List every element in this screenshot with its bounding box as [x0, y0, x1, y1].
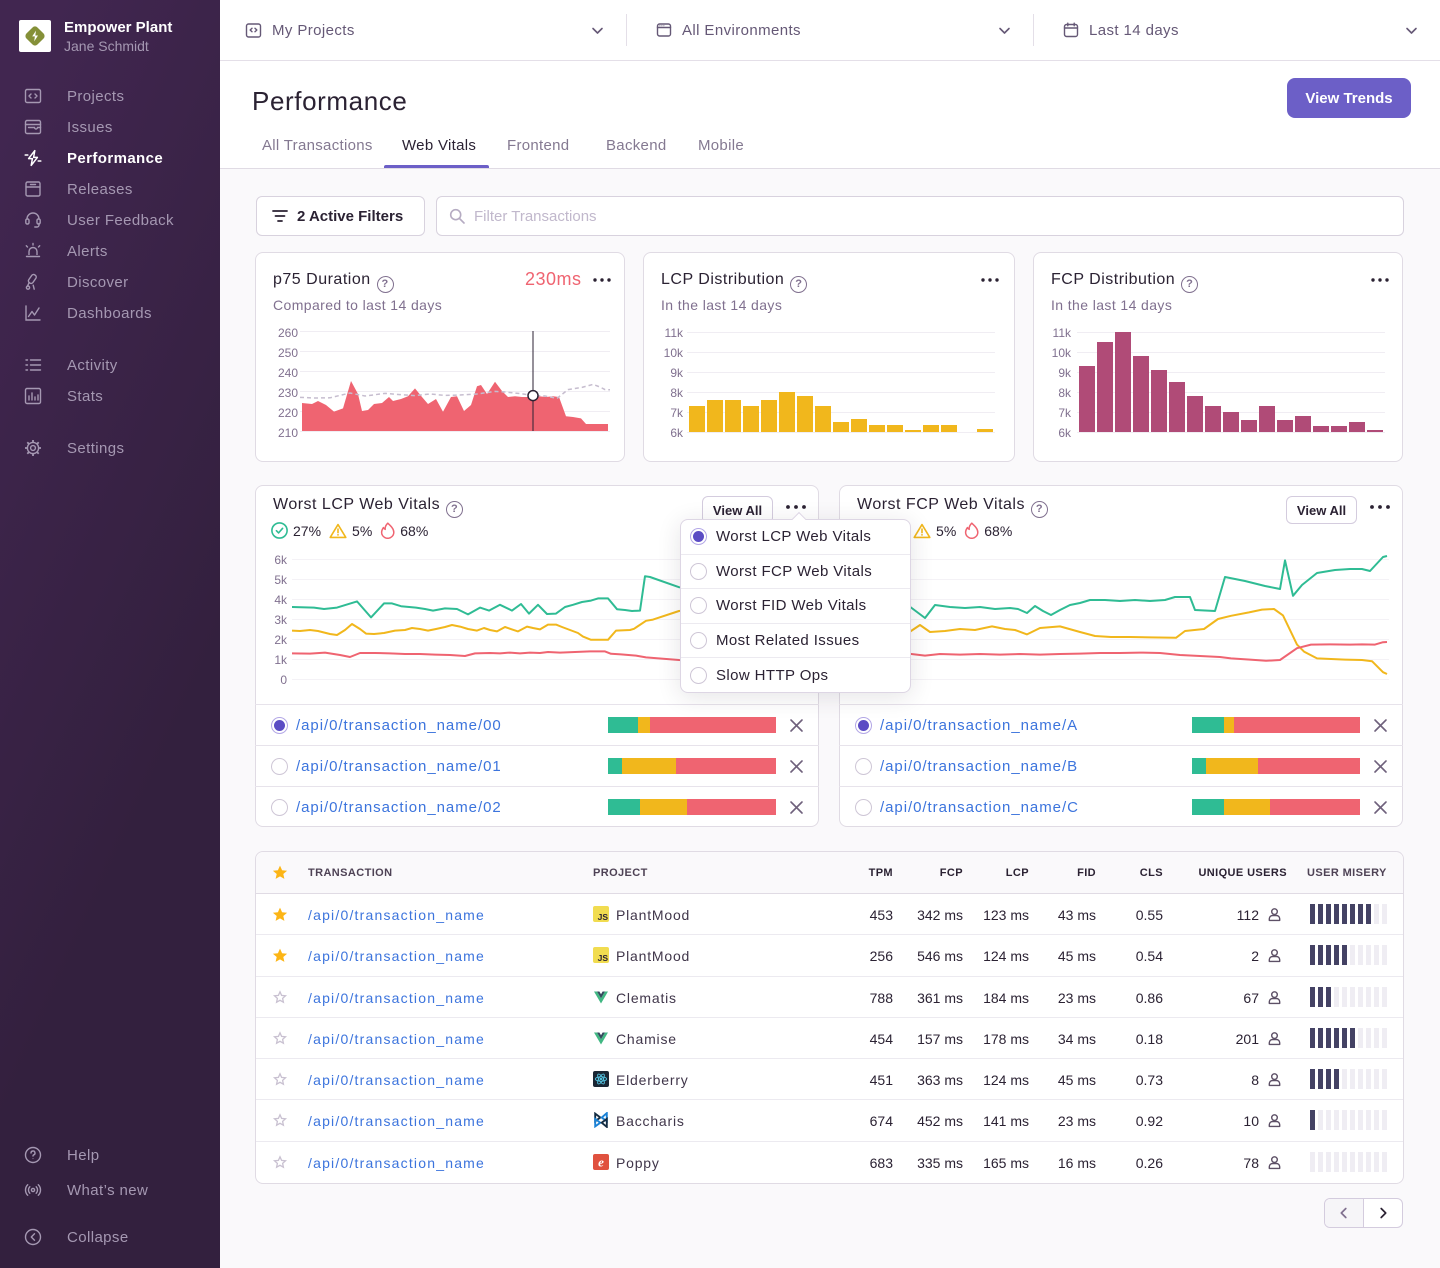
svg-text:JS: JS — [598, 953, 609, 963]
svg-text:e: e — [598, 1154, 604, 1169]
svg-text:JS: JS — [598, 912, 609, 922]
